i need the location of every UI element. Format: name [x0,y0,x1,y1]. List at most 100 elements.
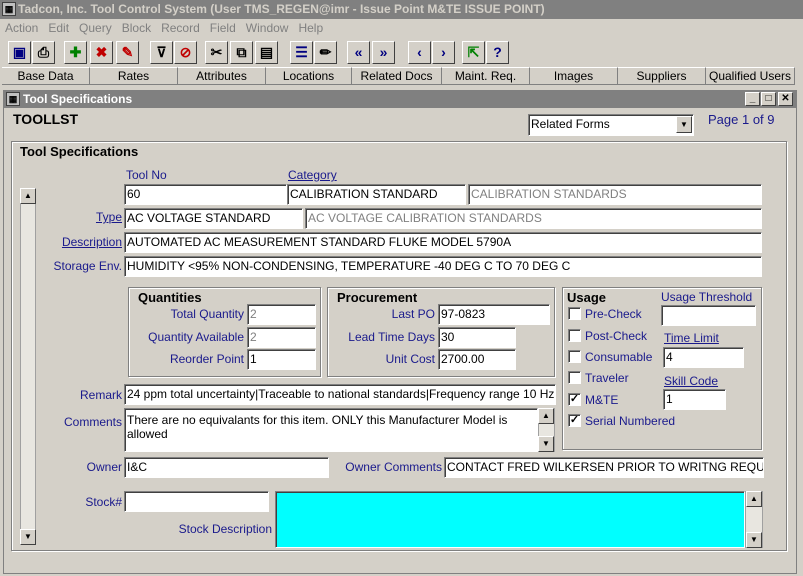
menu-record[interactable]: Record [156,19,205,37]
enter-query-icon[interactable]: ⊽ [150,41,173,64]
record-scrollbar[interactable] [20,188,36,545]
next-record-icon[interactable]: › [432,41,455,64]
previous-block-icon[interactable]: « [347,41,370,64]
storage-env-field[interactable]: HUMIDITY <95% NON-CONDENSING, TEMPERATUR… [124,256,762,277]
remark-label: Remark [79,388,122,402]
print-icon[interactable]: ⎙ [32,41,55,64]
chevron-down-icon[interactable]: ▼ [676,116,692,133]
consumable-checkbox[interactable] [568,350,581,363]
owner-label: Owner [86,460,122,474]
last-po-field[interactable]: 97-0823 [438,304,550,325]
previous-record-icon[interactable]: ‹ [408,41,431,64]
copy-icon[interactable]: ⧉ [230,41,253,64]
total-quantity-field: 2 [247,304,316,325]
stock-description-field[interactable] [275,491,745,548]
description-field[interactable]: AUTOMATED AC MEASUREMENT STANDARD FLUKE … [124,232,762,253]
stock-desc-scroll-down-icon[interactable]: ▼ [746,532,762,548]
help-icon[interactable]: ? [486,41,509,64]
menu-help[interactable]: Help [293,19,328,37]
comments-scroll-up-icon[interactable]: ▲ [538,408,554,424]
menu-query[interactable]: Query [74,19,117,37]
usage-title: Usage [567,290,607,305]
owner-field[interactable]: I&C [124,457,329,478]
traveler-checkbox[interactable] [568,371,581,384]
mte-label: M&TE [585,393,619,407]
tab-attributes[interactable]: Attributes [178,67,266,85]
unit-cost-field[interactable]: 2700.00 [438,349,516,370]
skill-code-field[interactable]: 1 [663,389,726,410]
child-window-icon: ▦ [6,92,20,106]
next-block-icon[interactable]: » [372,41,395,64]
insert-record-icon[interactable]: ✚ [64,41,87,64]
tab-images[interactable]: Images [530,67,618,85]
pre-check-checkbox[interactable] [568,307,581,320]
type-description-field: AC VOLTAGE CALIBRATION STANDARDS [305,208,762,229]
child-title-bar: ▦ Tool Specifications _ □ ✕ [3,91,796,108]
category-field[interactable]: CALIBRATION STANDARD [287,184,466,205]
total-quantity-label: Total Quantity [170,307,244,321]
list-icon[interactable]: ☰ [290,41,313,64]
tab-related-docs[interactable]: Related Docs [352,67,442,85]
app-title-bar: ▦ Tadcon, Inc. Tool Control System (User… [0,0,803,19]
edit-icon[interactable]: ✏ [314,41,337,64]
comments-field[interactable]: There are no equivalants for this item. … [124,408,538,452]
tab-qualified-users[interactable]: Qualified Users [706,67,795,85]
serial-numbered-checkbox[interactable]: ✓ [568,414,581,427]
paste-icon[interactable]: ▤ [255,41,278,64]
owner-comments-field[interactable]: CONTACT FRED WILKERSEN PRIOR TO WRITNG R… [444,457,764,478]
stock-desc-scroll-up-icon[interactable]: ▲ [746,491,762,507]
mte-checkbox[interactable]: ✓ [568,393,581,406]
skill-code-label[interactable]: Skill Code [664,374,718,388]
description-label[interactable]: Description [40,235,122,249]
post-check-checkbox[interactable] [568,329,581,342]
menu-action[interactable]: Action [0,19,43,37]
remark-field[interactable]: 24 ppm total uncertainty|Traceable to na… [124,384,556,405]
cut-icon[interactable]: ✂ [205,41,228,64]
exit-icon[interactable]: ⇱ [462,41,485,64]
comments-scroll-down-icon[interactable]: ▼ [538,436,554,452]
scroll-down-icon[interactable]: ▼ [20,529,36,545]
menu-bar: Action Edit Query Block Record Field Window Hel… [0,19,803,37]
reorder-point-label: Reorder Point [169,352,244,366]
scroll-up-icon[interactable]: ▲ [20,188,36,204]
type-field[interactable]: AC VOLTAGE STANDARD [124,208,303,229]
lead-time-label: Lead Time Days [348,330,435,344]
delete-record-icon[interactable]: ✖ [90,41,113,64]
lead-time-field[interactable]: 30 [438,327,516,348]
reorder-point-field[interactable]: 1 [247,349,316,370]
consumable-label: Consumable [585,350,653,364]
page-indicator: Page 1 of 9 [708,112,775,127]
stock-number-field[interactable] [124,491,269,512]
stock-number-label: Stock# [85,495,122,509]
menu-field[interactable]: Field [205,19,241,37]
time-limit-label[interactable]: Time Limit [664,331,719,345]
serial-numbered-label: Serial Numbered [585,414,676,428]
clear-record-icon[interactable]: ✎ [116,41,139,64]
menu-edit[interactable]: Edit [43,19,74,37]
app-title: Tadcon, Inc. Tool Control System (User T… [18,2,545,16]
section-title: Tool Specifications [20,144,139,159]
maximize-button[interactable]: □ [761,92,776,106]
form-code: TOOLLST [13,111,79,127]
minimize-button[interactable]: _ [745,92,760,106]
save-icon[interactable]: ▣ [8,41,31,64]
tab-locations[interactable]: Locations [266,67,352,85]
app-icon: ▦ [2,2,16,16]
tab-suppliers[interactable]: Suppliers [618,67,706,85]
cancel-query-icon[interactable]: ⊘ [174,41,197,64]
usage-threshold-field[interactable] [661,305,756,326]
tool-no-field[interactable]: 60 [124,184,287,205]
tab-base-data[interactable]: Base Data [2,67,90,85]
menu-block[interactable]: Block [117,19,156,37]
menu-window[interactable]: Window [241,19,294,37]
related-forms-value: Related Forms [531,117,610,131]
close-button[interactable]: ✕ [778,92,793,106]
category-label[interactable]: Category [288,168,337,182]
category-description-field: CALIBRATION STANDARDS [468,184,762,205]
child-title: Tool Specifications [23,92,133,106]
tab-maint-req[interactable]: Maint. Req. [442,67,530,85]
time-limit-field[interactable]: 4 [663,347,744,368]
related-forms-dropdown[interactable]: Related Forms ▼ [528,114,694,136]
tab-rates[interactable]: Rates [90,67,178,85]
type-label[interactable]: Type [40,210,122,224]
